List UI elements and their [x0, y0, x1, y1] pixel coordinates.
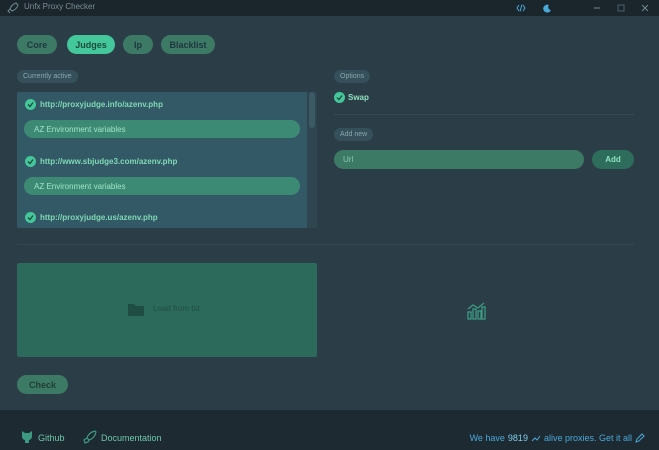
- judge-url: http://proxyjudge.us/azenv.php: [40, 213, 158, 222]
- documentation-link[interactable]: Documentation: [101, 433, 162, 443]
- options-divider: [334, 114, 634, 115]
- add-button[interactable]: Add: [592, 150, 634, 169]
- rocket-icon: [7, 2, 19, 14]
- load-dropzone[interactable]: Load from txt: [17, 263, 317, 357]
- footer: Github Documentation We have 9819 alive …: [0, 410, 659, 450]
- options-label: Options: [334, 70, 371, 83]
- currently-active-label: Currently active: [17, 70, 78, 83]
- moon-icon[interactable]: [541, 2, 553, 14]
- judge-tag: AZ Environment variables: [24, 120, 300, 138]
- github-link[interactable]: Github: [38, 433, 65, 443]
- chart-icon[interactable]: [466, 302, 486, 320]
- check-button[interactable]: Check: [17, 375, 68, 394]
- trend-icon: [531, 435, 541, 441]
- alive-suffix: alive proxies. Get it all: [543, 433, 632, 443]
- alive-prefix: We have: [469, 433, 505, 443]
- check-circle-icon[interactable]: [25, 99, 36, 110]
- tab-core[interactable]: Core: [17, 35, 57, 54]
- github-icon: [22, 431, 32, 443]
- maximize-icon[interactable]: [615, 2, 627, 14]
- minimize-icon[interactable]: [591, 2, 603, 14]
- code-icon[interactable]: [515, 2, 527, 14]
- swap-check-icon[interactable]: [334, 92, 345, 103]
- alive-count: 9819: [507, 433, 528, 443]
- pencil-icon: [635, 433, 645, 443]
- swap-option-label[interactable]: Swap: [348, 93, 369, 102]
- check-circle-icon[interactable]: [25, 212, 36, 223]
- alive-proxies-link[interactable]: We have 9819 alive proxies. Get it all: [470, 433, 645, 443]
- folder-icon: [128, 304, 144, 316]
- url-input[interactable]: [334, 150, 584, 169]
- main-panel: Core Judges Ip Blacklist Currently activ…: [0, 16, 659, 410]
- scrollbar[interactable]: [307, 92, 317, 228]
- dropzone-label: Load from txt: [153, 304, 200, 313]
- title-bar: Unfx Proxy Checker: [0, 0, 659, 16]
- judges-list[interactable]: http://proxyjudge.info/azenv.php AZ Envi…: [17, 92, 317, 228]
- rocket-icon: [83, 430, 97, 444]
- scrollbar-thumb[interactable]: [309, 92, 315, 128]
- judge-url: http://proxyjudge.info/azenv.php: [40, 100, 163, 109]
- check-circle-icon[interactable]: [25, 156, 36, 167]
- judge-url: http://www.sbjudge3.com/azenv.php: [40, 157, 178, 166]
- close-icon[interactable]: [639, 2, 651, 14]
- tab-judges[interactable]: Judges: [67, 35, 115, 54]
- judge-tag: AZ Environment variables: [24, 177, 300, 195]
- tab-ip[interactable]: Ip: [123, 35, 153, 54]
- window-title: Unfx Proxy Checker: [24, 2, 96, 11]
- add-new-label: Add new: [334, 128, 374, 141]
- section-divider: [17, 244, 634, 245]
- tab-blacklist[interactable]: Blacklist: [161, 35, 215, 54]
